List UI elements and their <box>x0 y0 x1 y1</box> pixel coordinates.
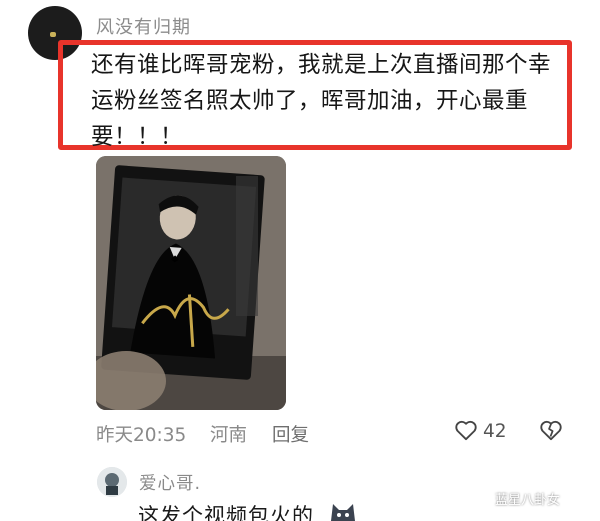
commenter-username[interactable]: 风没有归期 <box>96 13 191 39</box>
comment-meta-row: 昨天20:35 河南 回复 42 <box>96 421 576 447</box>
like-count: 42 <box>483 421 507 442</box>
heart-outline-icon <box>455 421 477 441</box>
reply-button[interactable]: 回复 <box>272 421 309 447</box>
reply-avatar[interactable] <box>97 467 127 497</box>
watermark-text: 蓝星八卦女 <box>495 493 561 508</box>
cat-emoji-icon <box>331 504 355 521</box>
comment-location: 河南 <box>210 425 248 446</box>
broken-heart-icon[interactable] <box>538 417 564 443</box>
comment-text: 还有谁比晖哥宠粉，我就是上次直播间那个幸运粉丝签名照太帅了，晖哥加油，开心最重要… <box>91 52 552 150</box>
watermark: 蓝星八卦女 <box>478 489 560 511</box>
comment-time: 昨天20:35 <box>96 425 187 446</box>
watermark-logo-icon <box>478 492 492 506</box>
reply-text: 这发个视频包火的 <box>138 504 314 521</box>
reply-username[interactable]: 爱心哥. <box>139 470 201 495</box>
signed-photo-image[interactable] <box>96 156 286 410</box>
